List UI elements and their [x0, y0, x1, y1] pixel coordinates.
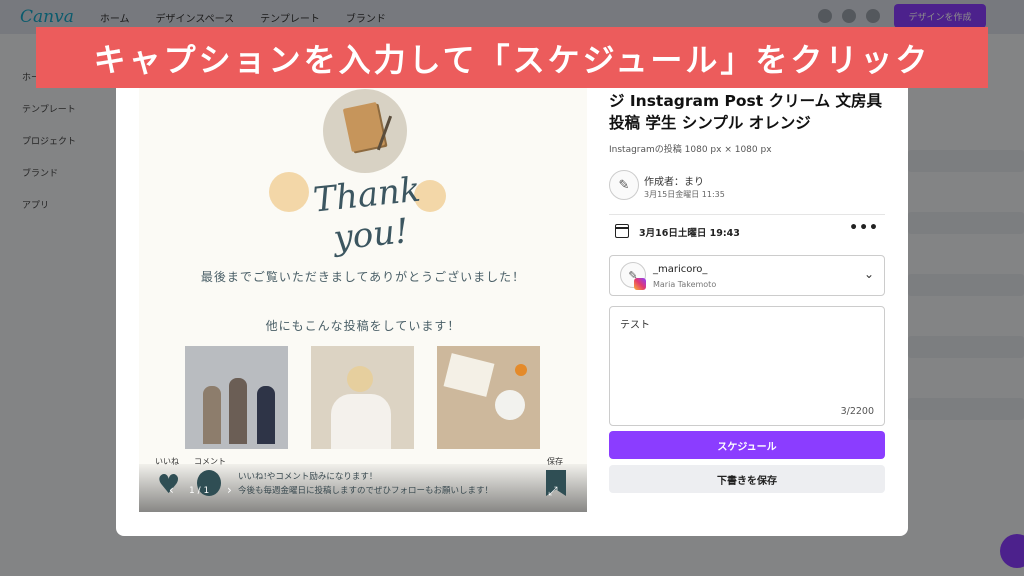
person-head	[347, 366, 373, 392]
prev-page-icon[interactable]: ‹	[169, 483, 174, 497]
divider	[609, 214, 885, 215]
person-figure	[203, 386, 221, 444]
thanks-message: 最後までご覧いただきましてありがとうございました！	[200, 270, 526, 284]
schedule-datetime-row[interactable]: 3月16日土曜日 19:43 •••	[609, 218, 885, 244]
author-info: ✎ 作成者：まり 3月15日金曜日 11:35	[609, 170, 885, 202]
orange-shape	[515, 364, 527, 376]
save-draft-button[interactable]: 下書きを保存	[609, 465, 885, 493]
author-date: 3月15日金曜日 11:35	[644, 190, 725, 199]
like-label: いいね	[155, 457, 179, 466]
design-title: ジ Instagram Post クリーム 文房具 投稿 学生 シンプル オレン…	[609, 92, 883, 132]
design-dimensions: Instagramの投稿 1080 px × 1080 px	[609, 145, 772, 155]
footer-line: いいね!やコメント励みになります！	[238, 472, 378, 482]
account-display-name: Maria Takemoto	[653, 280, 717, 289]
character-counter: 3/2200	[840, 406, 874, 417]
schedule-datetime[interactable]: 3月16日土曜日 19:43	[639, 225, 740, 239]
post-thumbnail-study	[311, 346, 414, 449]
person-body	[331, 394, 391, 449]
more-icon[interactable]: •••	[849, 220, 879, 236]
author-avatar: ✎	[609, 170, 639, 200]
calendar-icon	[615, 224, 629, 238]
author-label: 作成者：まり	[644, 177, 704, 188]
instagram-icon	[634, 278, 646, 290]
expand-icon[interactable]: ⤢	[548, 484, 558, 499]
schedule-modal: Thank you! 最後までご覧いただきましてありがとうございました！ 他にも…	[116, 60, 908, 536]
footer-line: 今後も毎週金曜日に投稿しますのでぜひフォローもお願いします！	[238, 486, 494, 496]
schedule-button[interactable]: スケジュール	[609, 431, 885, 459]
chevron-down-icon[interactable]: ⌄	[864, 267, 874, 281]
post-thumbnail-desk	[437, 346, 540, 449]
instruction-banner: キャプションを入力して「スケジュール」をクリック	[36, 27, 988, 88]
account-username: _maricoro_	[653, 264, 708, 275]
person-figure	[257, 386, 275, 444]
page-indicator: 1 / 1	[189, 486, 210, 496]
paper-shape	[443, 353, 495, 397]
cup-shape	[495, 390, 525, 420]
post-footer-text: いいね!やコメント励みになります！ 今後も毎週金曜日に投稿しますのでぜひフォロー…	[238, 470, 493, 498]
stationery-photo	[323, 89, 407, 173]
save-label: 保存	[547, 457, 563, 466]
person-figure	[229, 378, 247, 444]
comment-label: コメント	[194, 457, 226, 466]
post-preview: Thank you! 最後までご覧いただきましてありがとうございました！ 他にも…	[139, 80, 587, 512]
account-selector[interactable]: ✎ _maricoro_ Maria Takemoto ⌄	[609, 255, 885, 296]
post-thumbnail-people	[185, 346, 288, 449]
caption-input[interactable]: テスト 3/2200	[609, 306, 885, 426]
next-page-icon[interactable]: ›	[227, 483, 232, 497]
other-posts-message: 他にもこんな投稿をしています！	[265, 319, 461, 333]
thank-you-text: Thank you!	[311, 169, 423, 259]
caption-value[interactable]: テスト	[620, 316, 650, 331]
